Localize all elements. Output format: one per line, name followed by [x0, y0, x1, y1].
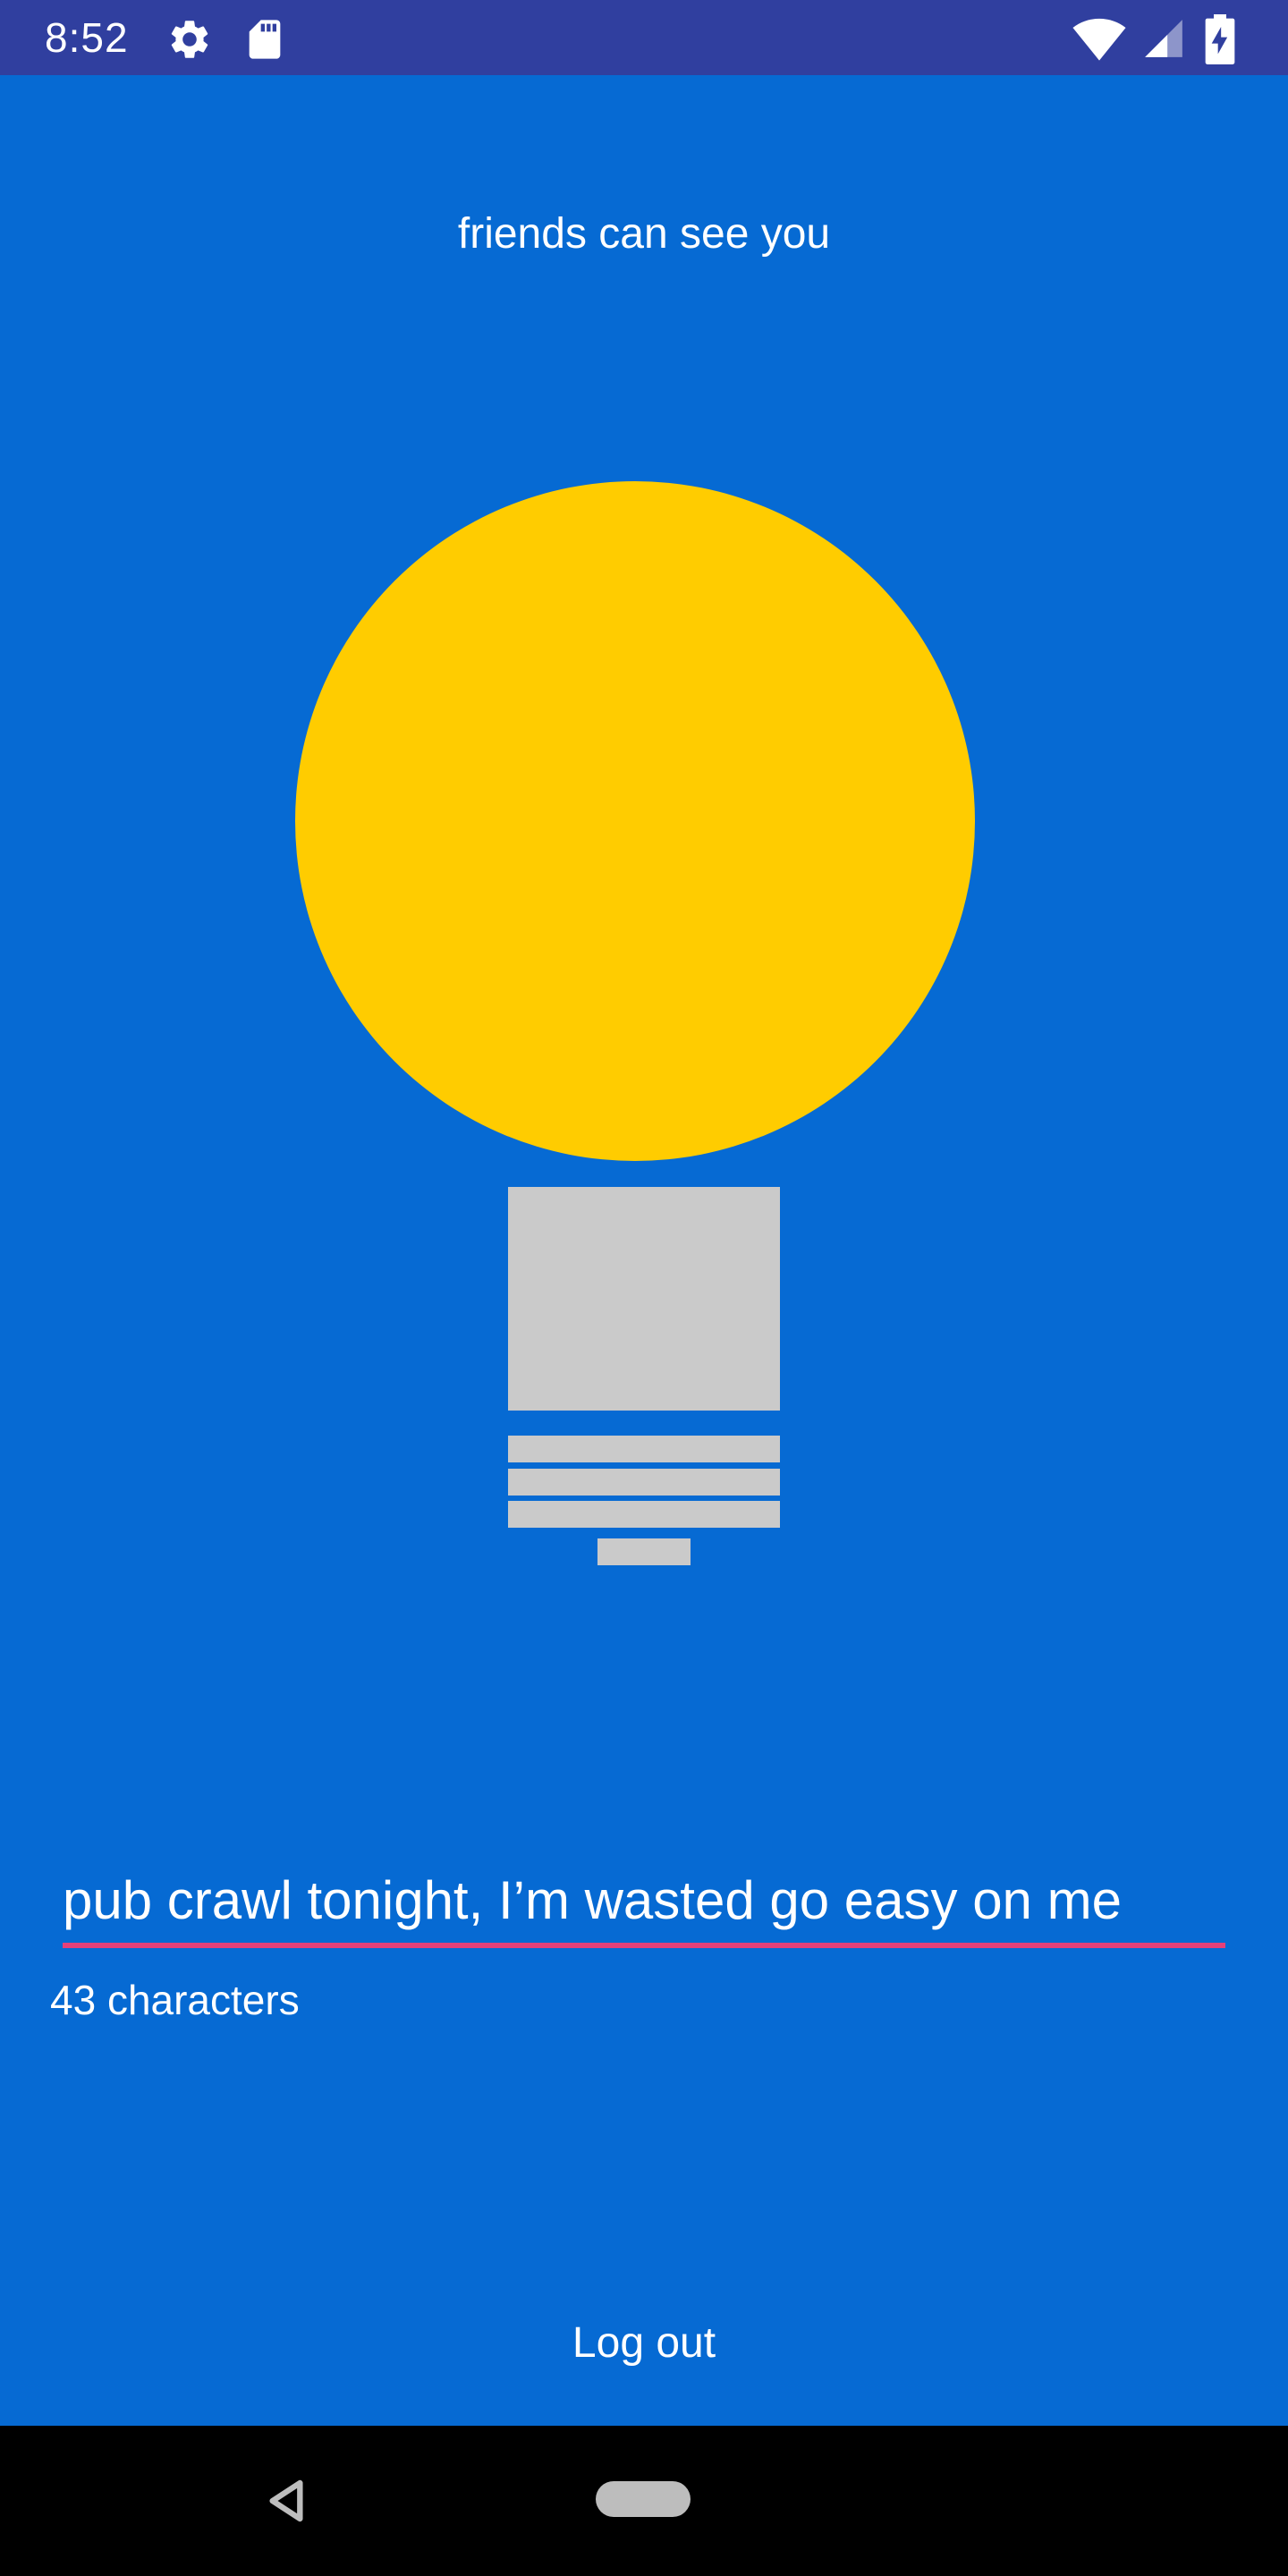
logout-button[interactable]: Log out [465, 2299, 823, 2388]
navigation-bar [0, 2426, 1288, 2576]
status-message-input[interactable] [63, 1860, 1225, 1941]
home-button[interactable] [596, 2481, 691, 2517]
status-bar: 8:52 [0, 0, 1288, 75]
app-screen: 8:52 friends can see you pub crawl tonig… [0, 0, 1288, 2576]
sd-card-icon [249, 20, 281, 59]
bulb-base [508, 1187, 780, 1411]
battery-charging-icon [1205, 14, 1235, 64]
bulb-thread-2 [508, 1469, 780, 1496]
bulb-tip [597, 1538, 691, 1565]
wifi-icon [1072, 18, 1126, 61]
input-underline [63, 1943, 1225, 1948]
gear-icon [171, 21, 208, 58]
visibility-status-text: friends can see you [457, 210, 831, 258]
bulb-glass [295, 481, 975, 1161]
lightbulb-icon[interactable] [0, 474, 1288, 1574]
back-icon[interactable] [259, 2472, 317, 2529]
status-time: 8:52 [45, 14, 129, 61]
character-count: 43 characters [50, 1977, 300, 2023]
bulb-thread-1 [508, 1436, 780, 1462]
cell-signal-icon [1145, 20, 1182, 57]
status-message-field [63, 1860, 1225, 1950]
bulb-thread-3 [508, 1501, 780, 1528]
